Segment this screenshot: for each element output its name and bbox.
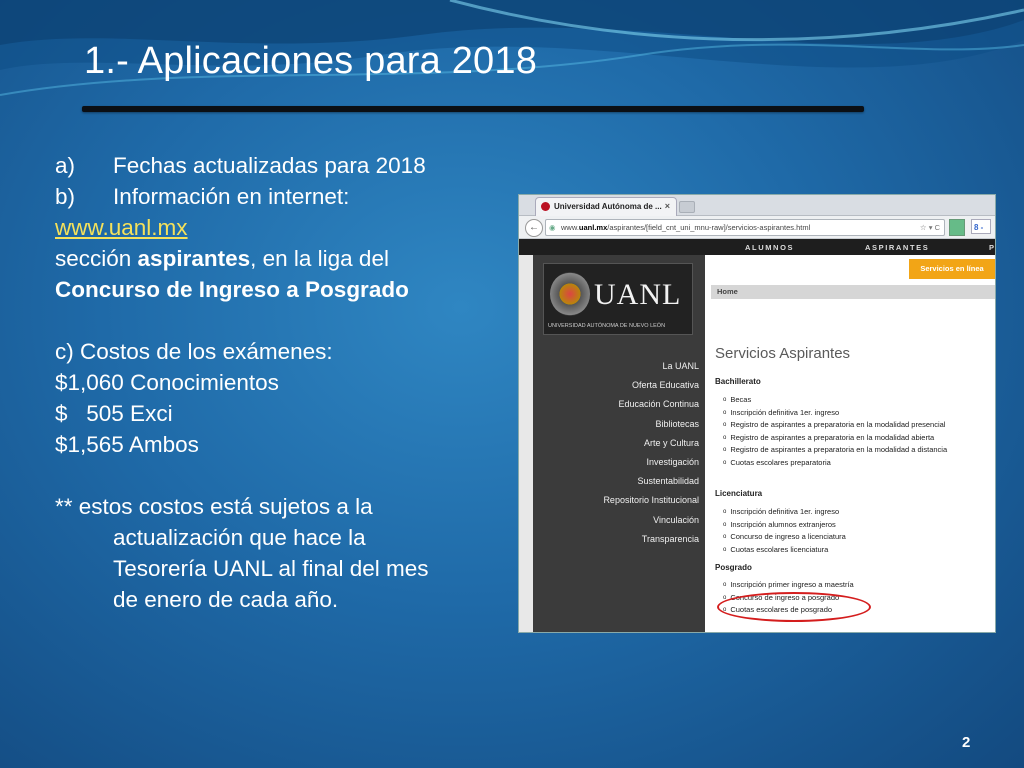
url-actions[interactable]: ☆ ▾ C <box>920 220 940 235</box>
breadcrumb[interactable]: Home <box>711 285 995 299</box>
logo-wordmark: UANL <box>594 278 682 311</box>
browser-tab[interactable]: Universidad Autónoma de ... × <box>535 197 677 216</box>
cost-knowledge: $1,060 Conocimientos <box>55 370 279 395</box>
topnav-alumnos[interactable]: ALUMNOS <box>745 243 794 252</box>
tab-title: Universidad Autónoma de ... <box>554 202 662 211</box>
uanl-seal-icon <box>550 272 590 316</box>
site-topnav: ALUMNOS ASPIRANTES P <box>519 239 995 255</box>
search-extension[interactable]: 8 - <box>971 219 991 234</box>
link-lic-inscripcion[interactable]: Inscripción definitiva 1er. ingreso <box>723 507 839 516</box>
sidebar-item-la-uanl[interactable]: La UANL <box>603 357 699 376</box>
url-path: /aspirantes/[field_cnt_uni_mnu-raw]/serv… <box>607 223 811 232</box>
note-line-3: Tesorería UANL al final del mes <box>113 556 429 581</box>
url-prefix: www. <box>561 223 579 232</box>
link-bach-abierta[interactable]: Registro de aspirantes a preparatoria en… <box>723 433 934 442</box>
link-bach-inscripcion[interactable]: Inscripción definitiva 1er. ingreso <box>723 408 839 417</box>
item-a: a) Fechas actualizadas para 2018 <box>55 150 495 181</box>
online-services-button[interactable]: Servicios en línea <box>909 259 995 279</box>
note-line-1: ** estos costos está sujetos a la <box>55 494 373 519</box>
new-tab-button[interactable] <box>679 201 695 213</box>
section-bold: aspirantes <box>137 246 251 271</box>
highlight-circle <box>717 592 871 622</box>
topnav-more[interactable]: P <box>989 243 995 252</box>
item-a-label: a) <box>55 153 76 178</box>
item-b: b) Información en internet: <box>55 181 495 212</box>
site-sidebar: UANL UNIVERSIDAD AUTÓNOMA DE NUEVO LEÓN … <box>533 255 708 632</box>
title-divider <box>82 106 864 112</box>
link-bach-distancia[interactable]: Registro de aspirantes a preparatoria en… <box>723 445 947 454</box>
cost-both: $1,565 Ambos <box>55 432 199 457</box>
sidebar-item-oferta[interactable]: Oferta Educativa <box>603 376 699 395</box>
link-bach-cuotas[interactable]: Cuotas escolares preparatoria <box>723 458 830 467</box>
url-domain: uanl.mx <box>578 223 608 232</box>
section-posgrado: Posgrado <box>715 563 752 572</box>
page-title: Servicios Aspirantes <box>715 345 851 362</box>
link-pos-inscripcion[interactable]: Inscripción primer ingreso a maestría <box>723 580 853 589</box>
close-icon[interactable]: × <box>665 201 670 211</box>
section-prefix: sección <box>55 246 138 271</box>
sidebar-menu: La UANL Oferta Educativa Educación Conti… <box>603 357 699 549</box>
page-margin <box>519 255 533 632</box>
back-arrow-icon[interactable]: ← <box>525 219 543 237</box>
note-line-4: de enero de cada año. <box>113 587 339 612</box>
link-lic-cuotas[interactable]: Cuotas escolares licenciatura <box>723 545 828 554</box>
topnav-aspirantes[interactable]: ASPIRANTES <box>865 243 929 252</box>
sidebar-item-bibliotecas[interactable]: Bibliotecas <box>603 415 699 434</box>
slide-body: a) Fechas actualizadas para 2018 b) Inform… <box>55 150 495 615</box>
favicon-icon <box>541 202 550 211</box>
sidebar-item-repositorio[interactable]: Repositorio Institucional <box>603 491 699 510</box>
item-b-text: Información en internet: <box>113 184 350 209</box>
browser-tabbar: Universidad Autónoma de ... × <box>519 195 995 216</box>
browser-toolbar: ← ◉ www.uanl.mx/aspirantes/[field_cnt_uni… <box>519 216 995 239</box>
item-b-label: b) <box>55 184 76 209</box>
sidebar-item-educacion[interactable]: Educación Continua <box>603 395 699 414</box>
link-bach-presencial[interactable]: Registro de aspirantes a preparatoria en… <box>723 420 945 429</box>
sidebar-item-vinculacion[interactable]: Vinculación <box>603 511 699 530</box>
link-becas[interactable]: Becas <box>723 395 751 404</box>
section-suffix: , en la liga del <box>250 246 389 271</box>
section-bachillerato: Bachillerato <box>715 377 761 386</box>
contest-name: Concurso de Ingreso a Posgrado <box>55 277 409 302</box>
section-line: sección aspirantes, en la liga del <box>55 243 495 274</box>
item-c: c) Costos de los exámenes: <box>55 339 333 364</box>
section-licenciatura: Licenciatura <box>715 489 763 498</box>
cost-exci: $ 505 Exci <box>55 401 173 426</box>
uanl-link[interactable]: www.uanl.mx <box>55 215 188 240</box>
address-bar[interactable]: ◉ www.uanl.mx/aspirantes/[field_cnt_uni_m… <box>545 219 945 236</box>
link-lic-concurso[interactable]: Concurso de ingreso a licenciatura <box>723 532 845 541</box>
sidebar-item-sustentabilidad[interactable]: Sustentabilidad <box>603 472 699 491</box>
item-a-text: Fechas actualizadas para 2018 <box>113 153 426 178</box>
sidebar-item-arte[interactable]: Arte y Cultura <box>603 434 699 453</box>
note-line-2: actualización que hace la <box>113 525 366 550</box>
slide-title: 1.- Aplicaciones para 2018 <box>84 40 538 82</box>
page-number: 2 <box>962 734 971 751</box>
sidebar-item-transparencia[interactable]: Transparencia <box>603 530 699 549</box>
logo-subtitle: UNIVERSIDAD AUTÓNOMA DE NUEVO LEÓN <box>548 323 666 329</box>
globe-icon: ◉ <box>549 223 556 232</box>
uanl-logo[interactable]: UANL UNIVERSIDAD AUTÓNOMA DE NUEVO LEÓN <box>543 263 693 335</box>
link-lic-extranjeros[interactable]: Inscripción alumnos extranjeros <box>723 520 835 529</box>
extension-icon[interactable] <box>949 219 965 236</box>
site-content: Servicios en línea Home Servicios Aspira… <box>705 255 995 632</box>
website-screenshot: Universidad Autónoma de ... × ← ◉ www.uan… <box>518 194 996 633</box>
sidebar-item-investigacion[interactable]: Investigación <box>603 453 699 472</box>
